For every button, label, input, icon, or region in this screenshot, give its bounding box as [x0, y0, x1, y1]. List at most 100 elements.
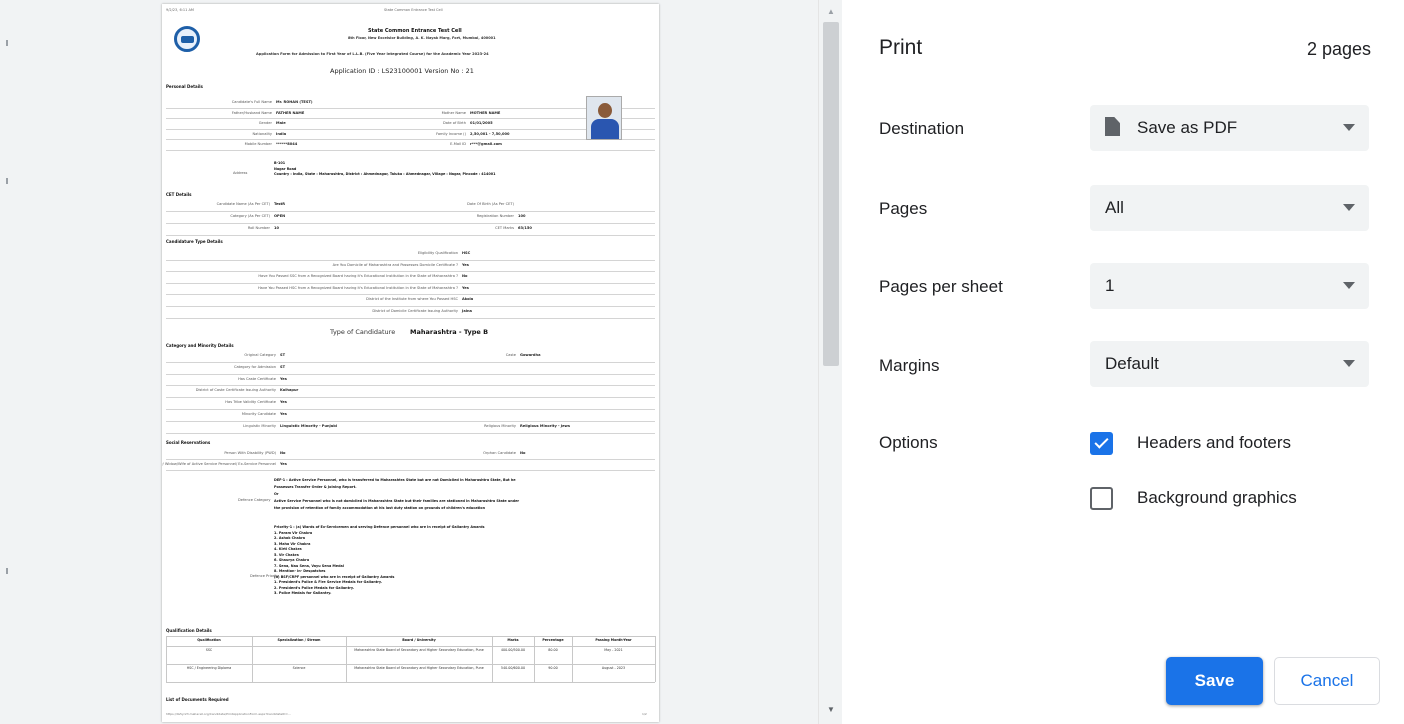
- text-line: Nagar Road: [274, 166, 297, 171]
- table-cell: SSC: [205, 648, 213, 652]
- candidature-type-value: Maharashtra - Type B: [410, 328, 489, 336]
- text-line: 2. Ashok Chakra: [274, 536, 306, 540]
- detail-row: Nationality India Family Income () 2,50,001…: [166, 130, 655, 140]
- detail-label: Roll Number: [247, 226, 270, 230]
- headers-footers-label[interactable]: Headers and footers: [1137, 433, 1291, 453]
- table-rule: [166, 646, 655, 647]
- detail-label: Registration Number: [476, 214, 514, 218]
- save-button[interactable]: Save: [1166, 657, 1263, 705]
- pages-value: All: [1105, 198, 1124, 217]
- detail-label: Category for Admission: [233, 364, 276, 369]
- text-line: B-101: [274, 161, 286, 165]
- detail-label: Has Tribe Validity Certificate: [225, 400, 276, 405]
- table-cell: Science: [292, 666, 306, 670]
- text-line: Active Service Personnel who is not domi…: [274, 499, 520, 503]
- destination-label: Destination: [879, 119, 965, 138]
- detail-label: Have You Passed HSC from a Recognized Bo…: [257, 285, 458, 290]
- section-qualification: Qualification Details: [166, 628, 212, 633]
- detail-label: District of Domicile Certificate Issuing…: [372, 309, 458, 313]
- table-rule: [166, 636, 655, 637]
- pages-per-sheet-select[interactable]: 1: [1090, 263, 1369, 309]
- print-title: Print: [879, 36, 923, 59]
- section-cet: CET Details: [166, 192, 192, 197]
- scroll-up-arrow-icon[interactable]: ▲: [819, 6, 843, 18]
- text-line: 3. Police Medals for Gallantry.: [274, 591, 332, 595]
- detail-row: Father/Husband Name FATHER NAME Mother Nam…: [166, 109, 655, 119]
- text-line: 3. Maha Vir Chakra: [274, 541, 311, 546]
- detail-row: Are You Domicile of Maharashtra and Poss…: [166, 261, 655, 273]
- cet-logo: [174, 26, 200, 52]
- detail-value: ST: [280, 353, 286, 357]
- table-cell: 90.00: [548, 666, 558, 670]
- pages-select[interactable]: All: [1090, 185, 1369, 231]
- detail-row: Category (As Per CET) OPEN Registration Nu…: [166, 212, 655, 224]
- text-line: 7. Sena, Nau Sena, Vayu Sena Medal: [274, 563, 344, 568]
- margins-select[interactable]: Default: [1090, 341, 1369, 387]
- page-footer-number: 1/2: [642, 712, 647, 716]
- headers-footers-checkbox[interactable]: [1090, 432, 1113, 455]
- detail-row: Person With Disability (PWD) No Orphan Can…: [166, 449, 655, 460]
- detail-value: TestR: [274, 202, 286, 206]
- detail-row: District of Domicile Certificate Issuing…: [166, 307, 655, 319]
- detail-label: Date of Birth: [443, 121, 466, 125]
- detail-label: Original Category: [244, 353, 276, 357]
- detail-value: Yes: [462, 262, 469, 267]
- detail-value: r***@gmail.com: [470, 142, 502, 146]
- detail-value: OPEN: [274, 214, 286, 218]
- preview-scrollbar[interactable]: ▲ ▼: [818, 0, 842, 724]
- detail-value: HSC: [462, 251, 471, 255]
- print-dialog: 9/2/23, 6:11 AM State Common Entrance Te…: [0, 0, 1404, 724]
- background-graphics-checkbox[interactable]: [1090, 487, 1113, 510]
- cancel-button[interactable]: Cancel: [1274, 657, 1380, 705]
- detail-value: 2,50,001 - 7,50,000: [470, 131, 510, 136]
- margins-label: Margins: [879, 356, 940, 375]
- table-rule: [492, 636, 493, 682]
- detail-label: Mobile Number: [244, 142, 272, 146]
- detail-value: Yes: [280, 462, 287, 466]
- page-count: 2 pages: [1306, 39, 1371, 59]
- destination-select[interactable]: Save as PDF: [1090, 105, 1369, 151]
- column-header: Marks: [507, 638, 519, 642]
- detail-row: Has Caste Certificate Yes: [166, 375, 655, 387]
- detail-label: Eligibility Qualification: [417, 251, 458, 255]
- detail-label: Linguistic Minority: [243, 423, 276, 428]
- chevron-down-icon: [1343, 204, 1355, 211]
- page-header-title: State Common Entrance Test Cell: [384, 8, 443, 12]
- text-line: (b) BSF/CRPF personnel who are in receip…: [274, 574, 395, 579]
- detail-label: E-Mail ID: [450, 142, 466, 146]
- text-line: Or: [274, 492, 279, 496]
- detail-value: Mr. ROHAN (TEST): [276, 100, 313, 104]
- background-graphics-label[interactable]: Background graphics: [1137, 488, 1297, 508]
- margins-value: Default: [1105, 354, 1159, 373]
- candidature-type-label: Type of Candidature: [330, 328, 396, 336]
- detail-row: Roll Number 10 CET Marks 63/150: [166, 224, 655, 236]
- detail-row: Eligibility Qualification HSC: [166, 249, 655, 261]
- detail-value: Yes: [280, 376, 287, 381]
- print-preview-area: 9/2/23, 6:11 AM State Common Entrance Te…: [0, 0, 818, 724]
- detail-value: Akola: [462, 297, 474, 302]
- detail-label: Date Of Birth (As Per CET): [467, 202, 514, 206]
- section-documents: List of Documents Required: [166, 697, 229, 702]
- detail-value: Male: [276, 121, 286, 125]
- detail-row: Category for Admission ST: [166, 363, 655, 375]
- detail-label: District of Caste Certificate Issuing Au…: [195, 388, 276, 393]
- detail-label: Father/Husband Name: [231, 110, 272, 115]
- application-id: Application ID : LS23100001 Version No :…: [330, 67, 474, 75]
- detail-row: Original Category ST Caste Gowardha: [166, 351, 655, 363]
- detail-value: India: [276, 131, 287, 136]
- section-category: Category and Minority Details: [166, 343, 234, 348]
- scrollbar-thumb[interactable]: [823, 22, 839, 366]
- detail-label: Person With Disability (PWD): [224, 451, 276, 455]
- detail-label: Caste: [505, 353, 516, 357]
- preview-page: 9/2/23, 6:11 AM State Common Entrance Te…: [162, 4, 659, 722]
- detail-label: Candidate Name (As Per CET): [216, 202, 270, 206]
- detail-label: Religious Minority: [484, 423, 516, 428]
- destination-value: Save as PDF: [1137, 118, 1238, 137]
- detail-row: Are you the Son/ Daughter/ Widow/Wife of…: [162, 460, 655, 471]
- detail-value: MOTHER NAME: [470, 110, 501, 115]
- detail-value: No: [462, 274, 468, 279]
- detail-label: Candidate's Full Name: [231, 100, 272, 104]
- detail-label: District of the Institute from where You…: [366, 297, 458, 302]
- scroll-down-arrow-icon[interactable]: ▼: [819, 704, 843, 716]
- detail-value: Kolhapur: [280, 388, 299, 393]
